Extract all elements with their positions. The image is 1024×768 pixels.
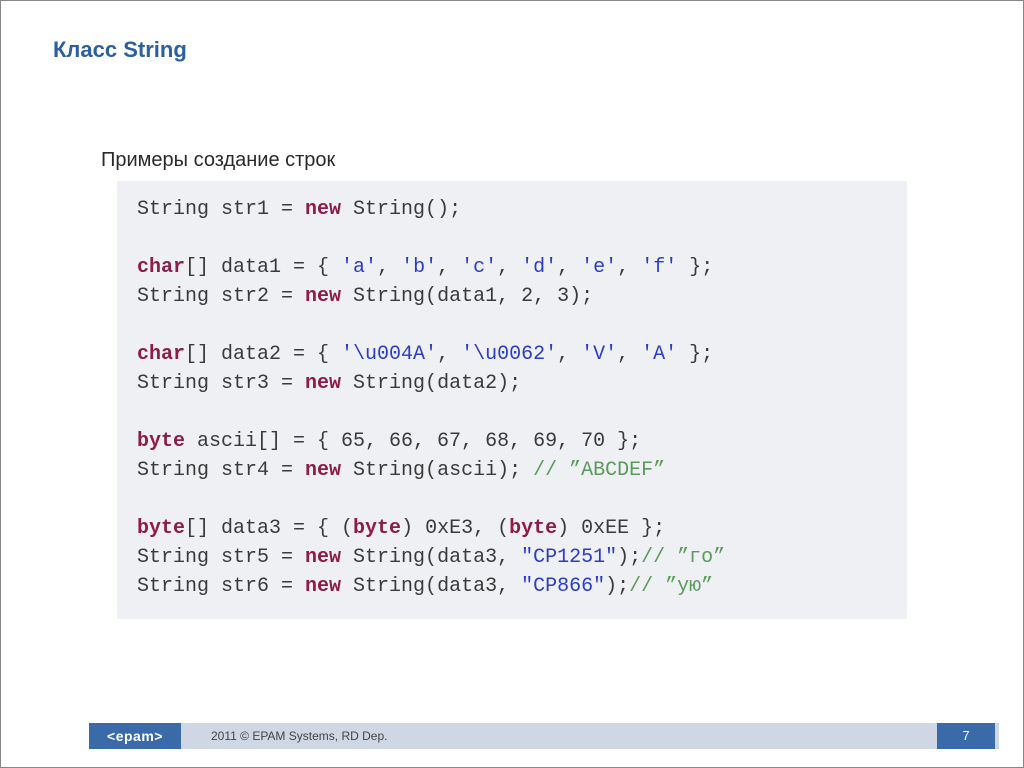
code-text: , bbox=[437, 343, 461, 366]
code-text: String str5 = bbox=[137, 546, 305, 569]
code-text: , bbox=[557, 256, 581, 279]
code-text: , bbox=[617, 256, 641, 279]
code-text: ) 0xE3, ( bbox=[401, 517, 509, 540]
string-literal: "CP1251" bbox=[521, 546, 617, 569]
code-text: , bbox=[497, 256, 521, 279]
string-literal: 'f' bbox=[641, 256, 677, 279]
code-text: String str4 = bbox=[137, 459, 305, 482]
slide: Класс String Примеры создание строк Stri… bbox=[0, 0, 1024, 768]
keyword: char bbox=[137, 256, 185, 279]
code-text: String(ascii); bbox=[341, 459, 533, 482]
slide-subtitle: Примеры создание строк bbox=[101, 149, 335, 172]
code-text: String str1 = bbox=[137, 198, 305, 221]
code-text: ); bbox=[605, 575, 629, 598]
keyword: byte bbox=[509, 517, 557, 540]
keyword: new bbox=[305, 285, 341, 308]
string-literal: '\u0062' bbox=[461, 343, 557, 366]
string-literal: 'e' bbox=[581, 256, 617, 279]
code-block: String str1 = new String(); char[] data1… bbox=[117, 181, 907, 619]
keyword: new bbox=[305, 372, 341, 395]
code-text: String(); bbox=[341, 198, 461, 221]
keyword: byte bbox=[137, 517, 185, 540]
code-text: }; bbox=[677, 343, 713, 366]
code-text: String(data1, 2, 3); bbox=[341, 285, 593, 308]
code-text: , bbox=[437, 256, 461, 279]
code-text: String(data3, bbox=[341, 575, 521, 598]
keyword: new bbox=[305, 546, 341, 569]
code-text: String(data2); bbox=[341, 372, 521, 395]
footer: <epam> 2011 © EPAM Systems, RD Dep. 7 bbox=[1, 723, 1023, 749]
code-text: , bbox=[557, 343, 581, 366]
string-literal: 'A' bbox=[641, 343, 677, 366]
string-literal: 'V' bbox=[581, 343, 617, 366]
string-literal: "CP866" bbox=[521, 575, 605, 598]
code-text: String str2 = bbox=[137, 285, 305, 308]
code-text: , bbox=[377, 256, 401, 279]
comment: // ”ую” bbox=[629, 575, 713, 598]
code-text: [] data3 = { ( bbox=[185, 517, 353, 540]
code-text: ); bbox=[617, 546, 641, 569]
code-text: String(data3, bbox=[341, 546, 521, 569]
code-text: String str6 = bbox=[137, 575, 305, 598]
keyword: new bbox=[305, 575, 341, 598]
code-text: [] data2 = { bbox=[185, 343, 341, 366]
logo: <epam> bbox=[89, 723, 181, 749]
keyword: new bbox=[305, 459, 341, 482]
slide-title: Класс String bbox=[53, 37, 187, 63]
string-literal: 'c' bbox=[461, 256, 497, 279]
string-literal: '\u004A' bbox=[341, 343, 437, 366]
footer-text: 2011 © EPAM Systems, RD Dep. bbox=[211, 723, 387, 749]
string-literal: 'b' bbox=[401, 256, 437, 279]
comment: // ”го” bbox=[641, 546, 725, 569]
code-text: ) 0xEE }; bbox=[557, 517, 665, 540]
string-literal: 'd' bbox=[521, 256, 557, 279]
comment: // ”ABCDEF” bbox=[533, 459, 665, 482]
code-text: String str3 = bbox=[137, 372, 305, 395]
page-number: 7 bbox=[937, 723, 995, 749]
code-text: }; bbox=[677, 256, 713, 279]
code-text: [] data1 = { bbox=[185, 256, 341, 279]
code-text: , bbox=[617, 343, 641, 366]
code-text: ascii[] = { 65, 66, 67, 68, 69, 70 }; bbox=[185, 430, 641, 453]
keyword: byte bbox=[353, 517, 401, 540]
keyword: new bbox=[305, 198, 341, 221]
keyword: byte bbox=[137, 430, 185, 453]
string-literal: 'a' bbox=[341, 256, 377, 279]
keyword: char bbox=[137, 343, 185, 366]
